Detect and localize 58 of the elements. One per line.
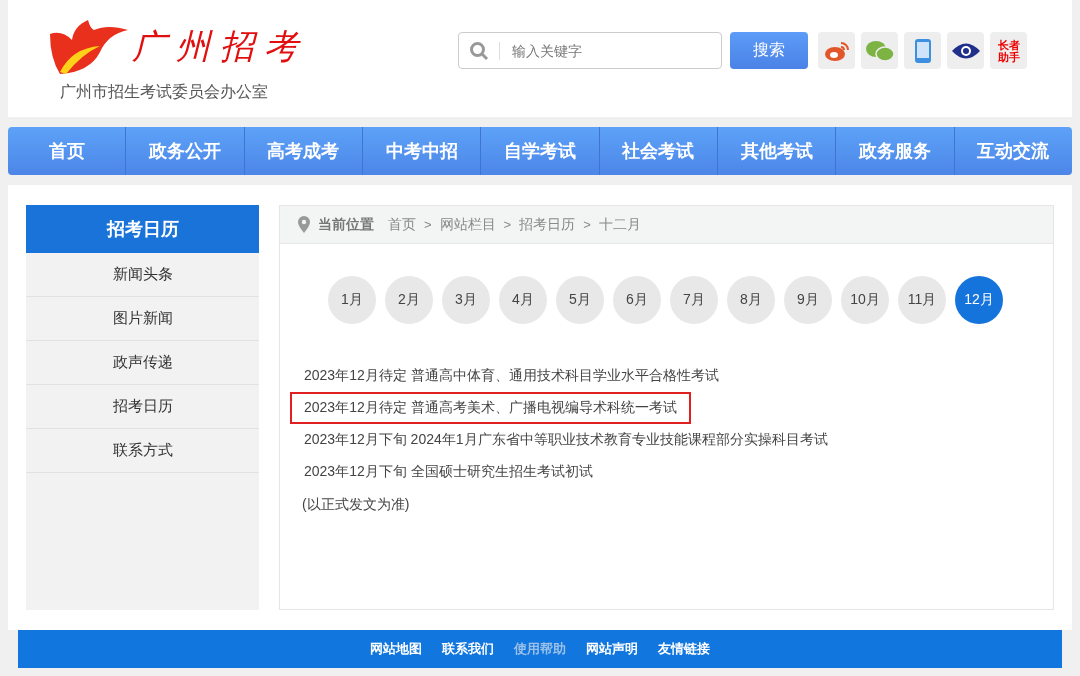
organization-name: 广州市招生考试委员会办公室 <box>60 82 268 102</box>
breadcrumb-separator: > <box>503 217 512 232</box>
event-link[interactable]: 2023年12月下旬 2024年1月广东省中等职业技术教育专业技能课程部分实操科目考试 <box>290 424 842 456</box>
month-tab[interactable]: 11月 <box>898 276 946 324</box>
month-tab[interactable]: 3月 <box>442 276 490 324</box>
eye-icon <box>950 41 981 60</box>
nav-item[interactable]: 高考成考 <box>243 127 362 175</box>
nav-item[interactable]: 政务公开 <box>125 127 244 175</box>
sidebar-item[interactable]: 政声传递 <box>26 341 259 385</box>
nav-item[interactable]: 社会考试 <box>598 127 717 175</box>
nav-item[interactable]: 其他考试 <box>716 127 836 175</box>
month-tab[interactable]: 8月 <box>727 276 775 324</box>
location-pin-icon <box>298 216 310 233</box>
breadcrumb-link[interactable]: 十二月 <box>598 215 641 234</box>
footer-link[interactable]: 友情链接 <box>658 640 710 658</box>
breadcrumb-separator: > <box>583 217 591 232</box>
month-tab[interactable]: 2月 <box>385 276 433 324</box>
event-link[interactable]: 2023年12月待定 普通高中体育、通用技术科目学业水平合格性考试 <box>290 360 733 392</box>
sidebar-title: 招考日历 <box>26 205 259 253</box>
breadcrumb-link[interactable]: 招考日历 <box>519 215 576 234</box>
note-text: (以正式发文为准) <box>302 496 411 514</box>
search-bar[interactable]: 输入关键字 <box>458 32 722 69</box>
footer-link[interactable]: 网站声明 <box>586 640 638 658</box>
nav-item[interactable]: 自学考试 <box>480 127 599 175</box>
breadcrumb-link[interactable]: 首页 <box>388 215 416 234</box>
mobile-button[interactable] <box>904 32 941 69</box>
sidebar-item[interactable]: 招考日历 <box>26 385 259 429</box>
month-tab[interactable]: 5月 <box>556 276 604 324</box>
month-tab[interactable]: 6月 <box>613 276 661 324</box>
search-button[interactable]: 搜索 <box>730 32 808 69</box>
month-tab[interactable]: 9月 <box>784 276 832 324</box>
breadcrumb-separator: > <box>424 217 432 232</box>
footer-link[interactable]: 联系我们 <box>442 640 494 658</box>
breadcrumb-link[interactable]: 网站栏目 <box>439 215 496 234</box>
month-tab[interactable]: 4月 <box>499 276 547 324</box>
footer-link[interactable]: 网站地图 <box>370 640 422 658</box>
tablet-icon <box>913 37 932 64</box>
event-link[interactable]: 2023年12月下旬 全国硕士研究生招生考试初试 <box>290 456 607 488</box>
month-tab[interactable]: 1月 <box>328 276 376 324</box>
nav-item[interactable]: 中考中招 <box>362 127 481 175</box>
chat-bubbles-icon <box>864 38 895 63</box>
nav-item[interactable]: 互动交流 <box>953 127 1072 175</box>
breadcrumb-label: 当前位置 <box>318 215 374 234</box>
footer-link[interactable]: 使用帮助 <box>514 640 566 658</box>
accessibility-button[interactable] <box>947 32 984 69</box>
month-tab[interactable]: 7月 <box>670 276 718 324</box>
nav-item[interactable]: 首页 <box>8 127 126 175</box>
event-link[interactable]: 2023年12月待定 普通高考美术、广播电视编导术科统一考试 <box>290 392 691 424</box>
month-tab[interactable]: 10月 <box>841 276 889 324</box>
tulip-logo-icon <box>48 18 128 76</box>
search-icon <box>469 40 489 61</box>
elder-assistant-button[interactable]: 长者助手 <box>990 32 1027 69</box>
month-tab[interactable]: 12月 <box>955 276 1003 324</box>
nav-item[interactable]: 政务服务 <box>835 127 954 175</box>
sidebar-item[interactable]: 图片新闻 <box>26 297 259 341</box>
sidebar-item[interactable]: 联系方式 <box>26 429 259 473</box>
sidebar-item[interactable]: 新闻头条 <box>26 253 259 297</box>
logo-text: 广州招考 <box>132 25 308 68</box>
